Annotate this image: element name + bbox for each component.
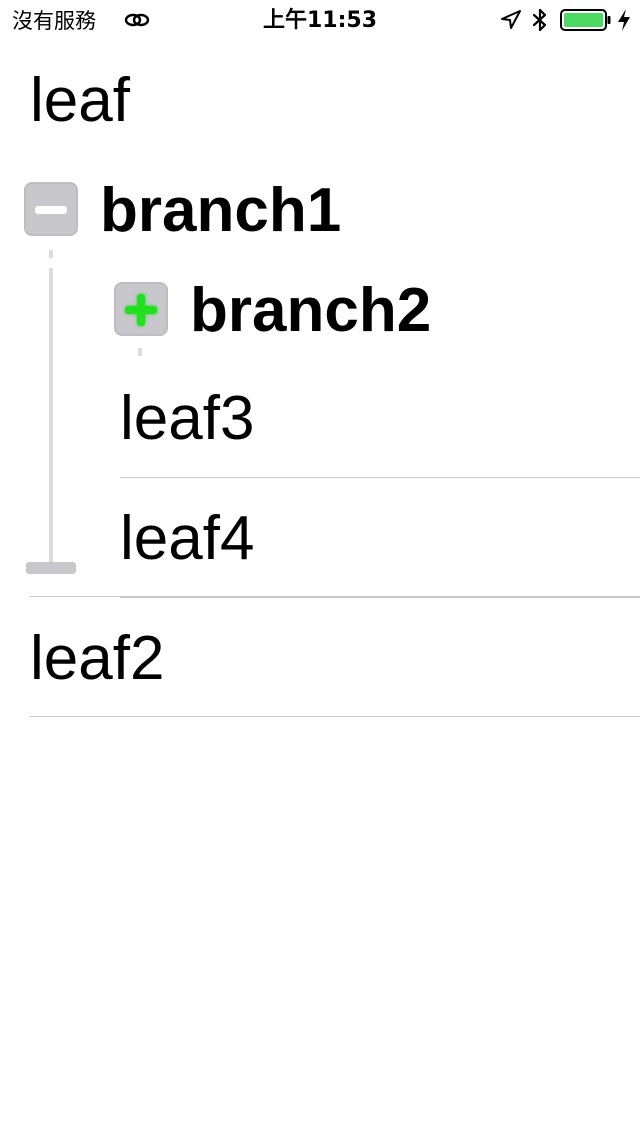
tree-node-label: leaf2 [30,624,165,693]
charging-bolt-icon [618,9,630,31]
tree-row-leaf4[interactable]: leaf4 [0,478,640,596]
tree-guide-line [49,268,53,564]
tree-node-label: branch2 [190,276,432,345]
tree-node-label: leaf [30,66,130,135]
tree-row-leaf2[interactable]: leaf2 [0,598,640,717]
tree-guide-foot [26,562,76,574]
tree-node-label: leaf4 [120,504,255,573]
battery-icon [560,9,611,31]
expand-plus-icon[interactable] [114,282,168,336]
row-separator [30,716,640,717]
tree-row-leaf[interactable]: leaf [0,40,640,158]
tree-node-label: branch1 [100,176,342,245]
location-arrow-icon [501,10,521,29]
tree-node-label: leaf3 [120,384,255,453]
tree-guide-tick [49,250,53,258]
bluetooth-icon [532,8,547,32]
status-bar: 沒有服務 上午11:53 [0,0,640,40]
tree-guide-tick [138,348,142,356]
row-separator [30,596,120,597]
tree-row-leaf3[interactable]: leaf3 [0,358,640,478]
collapse-minus-icon[interactable] [24,182,78,236]
